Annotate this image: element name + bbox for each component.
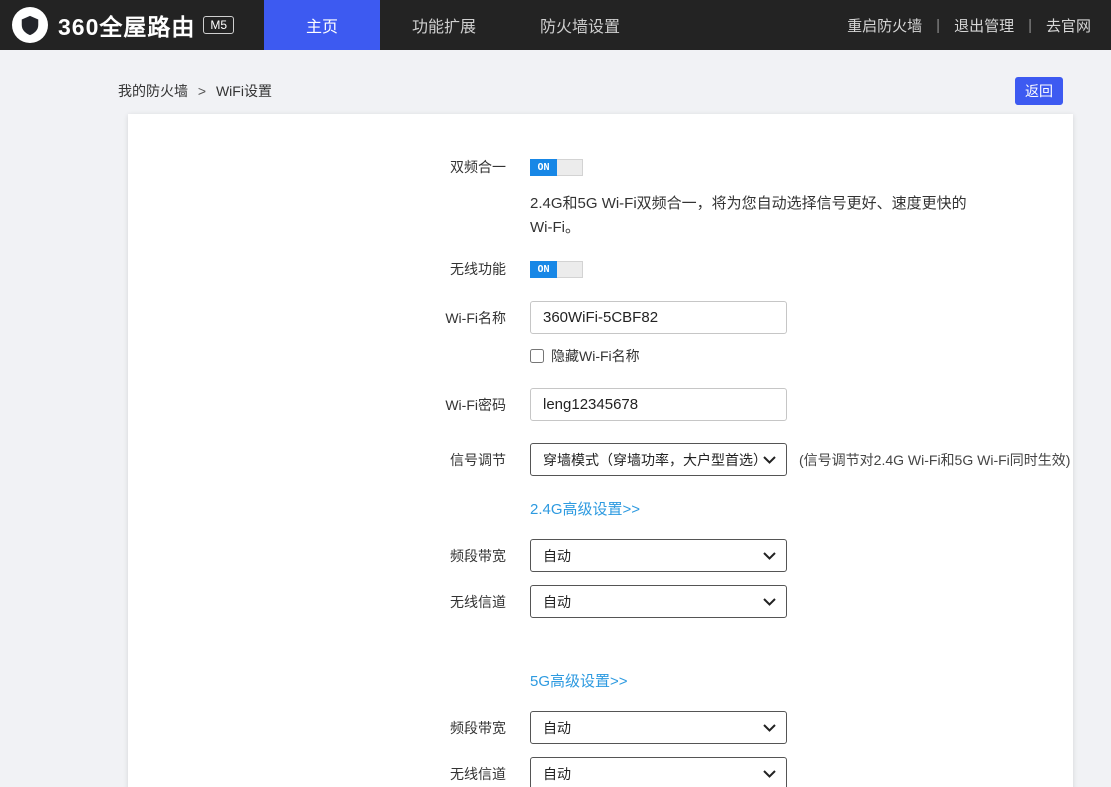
main-tabs: 主页 功能扩展 防火墙设置 <box>264 0 652 50</box>
breadcrumb-separator: > <box>198 83 206 99</box>
channel-24g-value: 自动 <box>543 592 571 612</box>
advanced-5g-link[interactable]: 5G高级设置>> <box>530 670 628 691</box>
brand-title: 360全屋路由 <box>58 8 195 42</box>
divider: | <box>1028 17 1032 34</box>
tab-extensions[interactable]: 功能扩展 <box>380 0 508 50</box>
toggle-track <box>557 159 583 176</box>
signal-hint: (信号调节对2.4G Wi-Fi和5G Wi-Fi同时生效) <box>799 450 1070 470</box>
chevron-down-icon <box>763 456 776 464</box>
wireless-row: 无线功能 ON <box>128 259 1073 279</box>
restart-firewall-link[interactable]: 重启防火墙 <box>847 15 922 36</box>
signal-mode-select[interactable]: 穿墙模式（穿墙功率，大户型首选） <box>530 443 787 476</box>
official-site-link[interactable]: 去官网 <box>1046 15 1091 36</box>
signal-mode-value: 穿墙模式（穿墙功率，大户型首选） <box>543 450 763 470</box>
band-width-5g-row: 频段带宽 自动 <box>128 711 1073 744</box>
tab-firewall-settings[interactable]: 防火墙设置 <box>508 0 652 50</box>
toggle-on-state: ON <box>530 159 557 176</box>
brand: 360全屋路由 M5 <box>0 0 260 50</box>
wireless-label: 无线功能 <box>128 259 506 279</box>
logout-admin-link[interactable]: 退出管理 <box>954 15 1014 36</box>
band-width-24g-row: 频段带宽 自动 <box>128 539 1073 572</box>
dual-band-toggle[interactable]: ON <box>530 159 583 176</box>
channel-5g-row: 无线信道 自动 <box>128 757 1073 787</box>
hide-wifi-label[interactable]: 隐藏Wi-Fi名称 <box>551 346 640 366</box>
breadcrumb-current: WiFi设置 <box>216 83 272 99</box>
band-width-24g-select[interactable]: 自动 <box>530 539 787 572</box>
channel-5g-value: 自动 <box>543 764 571 784</box>
breadcrumb: 我的防火墙 > WiFi设置 <box>118 81 272 101</box>
wifi-name-input[interactable] <box>530 301 787 334</box>
back-button[interactable]: 返回 <box>1015 77 1063 105</box>
advanced-24g-link[interactable]: 2.4G高级设置>> <box>530 498 640 519</box>
breadcrumb-parent[interactable]: 我的防火墙 <box>118 83 188 99</box>
wifi-name-row: Wi-Fi名称 <box>128 301 1073 334</box>
wifi-password-row: Wi-Fi密码 <box>128 388 1073 421</box>
channel-24g-label: 无线信道 <box>128 592 506 612</box>
channel-5g-label: 无线信道 <box>128 764 506 784</box>
chevron-down-icon <box>763 552 776 560</box>
top-nav-bar: 360全屋路由 M5 主页 功能扩展 防火墙设置 重启防火墙 | 退出管理 | … <box>0 0 1111 50</box>
signal-label: 信号调节 <box>128 450 506 470</box>
wifi-password-label: Wi-Fi密码 <box>128 395 506 415</box>
band-width-24g-value: 自动 <box>543 546 571 566</box>
model-badge: M5 <box>203 16 234 34</box>
hide-wifi-checkbox[interactable] <box>530 349 544 363</box>
band-width-5g-label: 频段带宽 <box>128 718 506 738</box>
chevron-down-icon <box>763 724 776 732</box>
channel-24g-row: 无线信道 自动 <box>128 585 1073 618</box>
signal-row: 信号调节 穿墙模式（穿墙功率，大户型首选） (信号调节对2.4G Wi-Fi和5… <box>128 443 1073 476</box>
dual-band-label: 双频合一 <box>128 157 506 177</box>
band-width-24g-label: 频段带宽 <box>128 546 506 566</box>
channel-5g-select[interactable]: 自动 <box>530 757 787 787</box>
divider: | <box>936 17 940 34</box>
wifi-name-label: Wi-Fi名称 <box>128 308 506 328</box>
chevron-down-icon <box>763 770 776 778</box>
breadcrumb-bar: 我的防火墙 > WiFi设置 返回 <box>0 76 1111 106</box>
hide-wifi-row: 隐藏Wi-Fi名称 <box>530 346 1073 366</box>
dual-band-row: 双频合一 ON <box>128 157 1073 177</box>
band-width-5g-value: 自动 <box>543 718 571 738</box>
channel-24g-select[interactable]: 自动 <box>530 585 787 618</box>
tab-home[interactable]: 主页 <box>264 0 380 50</box>
logo-360-shield-icon <box>12 7 48 43</box>
wireless-toggle[interactable]: ON <box>530 261 583 278</box>
toggle-on-state: ON <box>530 261 557 278</box>
wifi-password-input[interactable] <box>530 388 787 421</box>
band-width-5g-select[interactable]: 自动 <box>530 711 787 744</box>
toggle-track <box>557 261 583 278</box>
dual-band-description: 2.4G和5G Wi-Fi双频合一，将为您自动选择信号更好、速度更快的Wi-Fi… <box>530 192 978 240</box>
header-actions: 重启防火墙 | 退出管理 | 去官网 <box>847 0 1111 50</box>
chevron-down-icon <box>763 598 776 606</box>
wifi-settings-panel: 双频合一 ON 2.4G和5G Wi-Fi双频合一，将为您自动选择信号更好、速度… <box>128 114 1073 787</box>
